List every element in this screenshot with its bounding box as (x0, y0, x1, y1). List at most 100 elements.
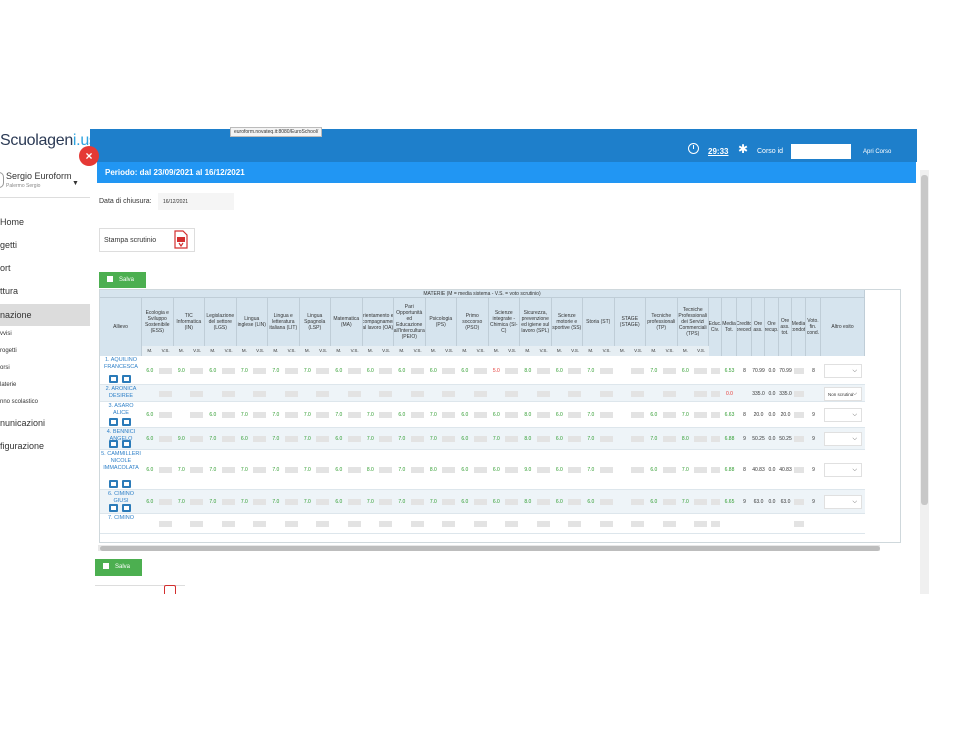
student-name-link[interactable]: 7. CIMINO (100, 515, 142, 522)
sidebar-subitem-corsi[interactable]: orsi (0, 365, 90, 371)
vs-input[interactable] (599, 436, 613, 442)
vs-input[interactable] (568, 521, 581, 527)
report-icon[interactable] (122, 418, 131, 426)
vs-input[interactable] (221, 499, 235, 505)
vs-input[interactable] (190, 391, 203, 397)
sidebar-item-progetti[interactable]: getti (0, 240, 90, 250)
report-icon[interactable] (122, 440, 131, 448)
sidebar-item-configurazione[interactable]: figurazione (0, 441, 90, 451)
vs-input[interactable] (442, 499, 455, 505)
altro-esito-select[interactable]: ⌵ (824, 463, 862, 477)
vs-input[interactable] (410, 391, 424, 397)
student-name-link[interactable]: 4. BENNICI ANGELO (100, 429, 142, 443)
sidebar-item-report[interactable]: ort (0, 263, 90, 273)
vs-input[interactable] (253, 412, 266, 418)
report-icon[interactable] (109, 504, 118, 512)
vs-input[interactable] (694, 521, 707, 527)
report-icon[interactable] (122, 504, 131, 512)
vs-input[interactable] (316, 412, 329, 418)
vs-input[interactable] (379, 391, 392, 397)
report-icon[interactable] (109, 440, 118, 448)
vs-input[interactable] (662, 521, 676, 527)
vertical-scrollbar-thumb[interactable] (921, 175, 928, 505)
vs-input[interactable] (473, 499, 487, 505)
vs-input[interactable] (568, 391, 581, 397)
corso-id-input[interactable] (791, 144, 851, 159)
vs-input[interactable] (316, 368, 329, 374)
vs-input[interactable] (599, 499, 613, 505)
vs-input[interactable] (568, 467, 581, 473)
student-name-link[interactable]: 1. AQUILINO FRANCESCA (100, 357, 142, 371)
vs-input[interactable] (568, 499, 581, 505)
vs-input[interactable] (190, 368, 203, 374)
vs-input[interactable] (694, 412, 707, 418)
vs-input[interactable] (662, 499, 676, 505)
summary-input[interactable] (711, 412, 720, 418)
vs-input[interactable] (410, 467, 424, 473)
report-icon[interactable] (122, 375, 131, 383)
vs-input[interactable] (316, 521, 329, 527)
vs-input[interactable] (473, 368, 487, 374)
vs-input[interactable] (694, 391, 707, 397)
vs-input[interactable] (505, 467, 518, 473)
vs-input[interactable] (158, 412, 172, 418)
apri-corso-link[interactable]: Apri Corso (863, 149, 891, 155)
vs-input[interactable] (221, 436, 235, 442)
vs-input[interactable] (536, 412, 550, 418)
vs-input[interactable] (631, 412, 644, 418)
sidebar-item-fatturazione[interactable]: ttura (0, 286, 90, 296)
vs-input[interactable] (253, 368, 266, 374)
vs-input[interactable] (253, 467, 266, 473)
vs-input[interactable] (158, 436, 172, 442)
vs-input[interactable] (505, 368, 518, 374)
summary-input[interactable] (794, 391, 804, 397)
vs-input[interactable] (694, 467, 707, 473)
vs-input[interactable] (442, 521, 455, 527)
report-icon[interactable] (122, 480, 131, 488)
vs-input[interactable] (221, 391, 235, 397)
vs-input[interactable] (410, 521, 424, 527)
vs-input[interactable] (221, 368, 235, 374)
vs-input[interactable] (662, 391, 676, 397)
sidebar-item-comunicazioni[interactable]: nunicazioni (0, 418, 90, 428)
vs-input[interactable] (284, 391, 298, 397)
vs-input[interactable] (442, 467, 455, 473)
vs-input[interactable] (410, 412, 424, 418)
vs-input[interactable] (505, 412, 518, 418)
vs-input[interactable] (253, 436, 266, 442)
vs-input[interactable] (221, 467, 235, 473)
vs-input[interactable] (253, 499, 266, 505)
vs-input[interactable] (694, 436, 707, 442)
salva-button-bottom[interactable]: Salva (95, 559, 142, 576)
vs-input[interactable] (190, 412, 203, 418)
vs-input[interactable] (190, 521, 203, 527)
vs-input[interactable] (221, 521, 235, 527)
summary-input[interactable] (794, 467, 804, 473)
vs-input[interactable] (568, 368, 581, 374)
vs-input[interactable] (190, 436, 203, 442)
vs-input[interactable] (536, 521, 550, 527)
vs-input[interactable] (158, 521, 172, 527)
vs-input[interactable] (284, 467, 298, 473)
vs-input[interactable] (505, 521, 518, 527)
chevron-down-icon[interactable]: ▼ (72, 180, 79, 187)
vs-input[interactable] (410, 436, 424, 442)
vs-input[interactable] (536, 499, 550, 505)
vs-input[interactable] (599, 467, 613, 473)
vs-input[interactable] (410, 499, 424, 505)
vs-input[interactable] (631, 521, 644, 527)
vs-input[interactable] (662, 412, 676, 418)
vs-input[interactable] (379, 521, 392, 527)
vs-input[interactable] (316, 467, 329, 473)
summary-input[interactable] (711, 391, 720, 397)
vs-input[interactable] (158, 499, 172, 505)
summary-input[interactable] (794, 521, 804, 527)
vs-input[interactable] (190, 467, 203, 473)
vs-input[interactable] (284, 499, 298, 505)
vs-input[interactable] (316, 391, 329, 397)
vs-input[interactable] (631, 467, 644, 473)
vs-input[interactable] (473, 436, 487, 442)
vs-input[interactable] (536, 368, 550, 374)
summary-input[interactable] (711, 436, 720, 442)
vs-input[interactable] (442, 391, 455, 397)
